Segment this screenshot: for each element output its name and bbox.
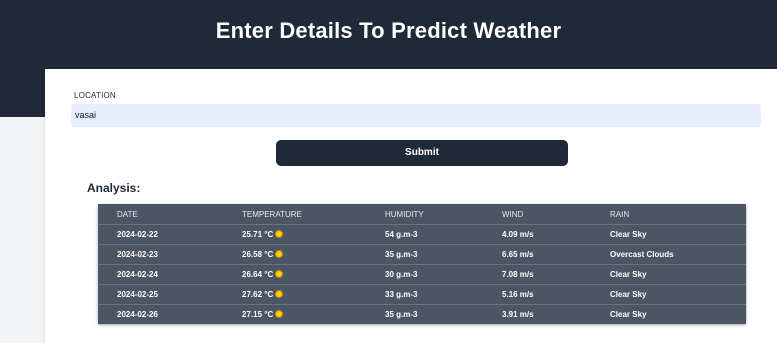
temperature-value: 27.62 °C bbox=[242, 290, 274, 299]
sun-icon bbox=[275, 310, 284, 319]
column-header-humidity: HUMIDITY bbox=[366, 204, 483, 225]
humidity-cell: 35 g.m-3 bbox=[385, 310, 418, 319]
temperature-value: 26.58 °C bbox=[242, 250, 274, 259]
table-row: 2024-02-26 27.15 °C 35 g.m-3 3.91 m/s Cl… bbox=[98, 305, 746, 325]
table-row: 2024-02-24 26.64 °C 30 g.m-3 7.08 m/s Cl… bbox=[98, 264, 746, 285]
table-header-row: DATE TEMPERATURE HUMIDITY WIND RAIN bbox=[98, 204, 746, 225]
temperature-cell: 26.58 °C bbox=[223, 244, 366, 265]
column-header-date: DATE bbox=[98, 204, 223, 225]
rain-cell: Clear Sky bbox=[591, 224, 746, 245]
form-card: LOCATION Submit Analysis: DATE TEMPERATU… bbox=[45, 69, 777, 343]
date-cell: 2024-02-26 bbox=[117, 310, 158, 319]
wind-cell: 3.91 m/s bbox=[502, 310, 534, 319]
date-cell: 2024-02-22 bbox=[98, 224, 223, 245]
temperature-value: 27.15 °C bbox=[242, 310, 274, 319]
sun-icon bbox=[275, 230, 284, 239]
temperature-cell: 26.64 °C bbox=[223, 264, 366, 285]
sun-icon bbox=[275, 270, 284, 279]
temperature-cell: 27.62 °C bbox=[223, 284, 366, 305]
rain-cell: Overcast Clouds bbox=[591, 244, 746, 265]
location-label: LOCATION bbox=[74, 91, 116, 100]
location-input[interactable] bbox=[71, 104, 761, 127]
sun-icon bbox=[275, 290, 284, 299]
temperature-cell: 27.15 °C bbox=[223, 305, 366, 325]
temperature-value: 25.71 °C bbox=[242, 230, 274, 239]
wind-cell: 6.65 m/s bbox=[483, 244, 591, 265]
sun-icon bbox=[275, 250, 284, 259]
table-row: 2024-02-22 25.71 °C 54 g.m-3 4.09 m/s Cl… bbox=[98, 224, 746, 245]
column-header-rain: RAIN bbox=[591, 204, 746, 225]
analysis-heading: Analysis: bbox=[87, 181, 141, 195]
rain-cell: Clear Sky bbox=[610, 310, 647, 319]
rain-cell: Clear Sky bbox=[591, 264, 746, 285]
page-title: Enter Details To Predict Weather bbox=[215, 18, 562, 43]
table-row: 2024-02-25 27.62 °C 33 g.m-3 5.16 m/s Cl… bbox=[98, 284, 746, 305]
wind-cell: 5.16 m/s bbox=[483, 284, 591, 305]
table-row: 2024-02-23 26.58 °C 35 g.m-3 6.65 m/s Ov… bbox=[98, 244, 746, 265]
submit-button[interactable]: Submit bbox=[276, 140, 568, 166]
rain-cell: Clear Sky bbox=[591, 284, 746, 305]
date-cell: 2024-02-24 bbox=[98, 264, 223, 285]
column-header-wind: WIND bbox=[483, 204, 591, 225]
wind-cell: 7.08 m/s bbox=[483, 264, 591, 285]
wind-cell: 4.09 m/s bbox=[483, 224, 591, 245]
temperature-cell: 25.71 °C bbox=[223, 224, 366, 245]
date-cell: 2024-02-25 bbox=[98, 284, 223, 305]
humidity-cell: 30 g.m-3 bbox=[366, 264, 483, 285]
column-header-temperature: TEMPERATURE bbox=[223, 204, 366, 225]
humidity-cell: 35 g.m-3 bbox=[366, 244, 483, 265]
weather-table: DATE TEMPERATURE HUMIDITY WIND RAIN 2024… bbox=[98, 204, 746, 324]
humidity-cell: 33 g.m-3 bbox=[366, 284, 483, 305]
temperature-value: 26.64 °C bbox=[242, 270, 274, 279]
date-cell: 2024-02-23 bbox=[98, 244, 223, 265]
humidity-cell: 54 g.m-3 bbox=[366, 224, 483, 245]
